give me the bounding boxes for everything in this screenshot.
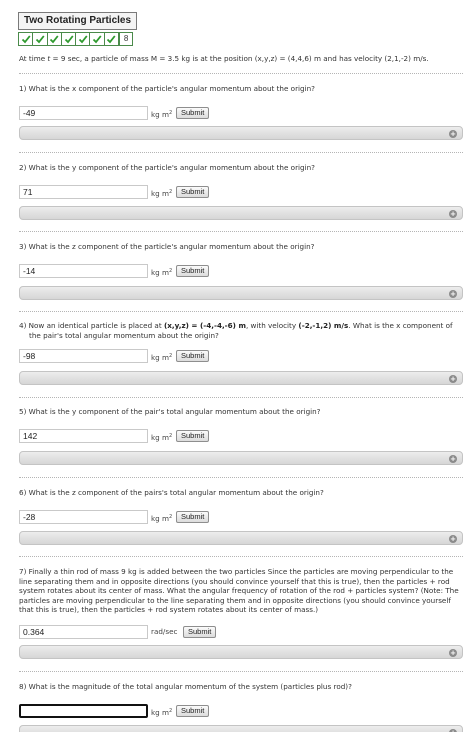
divider: [19, 397, 463, 398]
check-icon: [75, 32, 91, 46]
submit-button-4[interactable]: Submit: [176, 350, 210, 362]
unit-label-5: kg m2: [151, 433, 173, 442]
unit-label-7: rad/sec: [151, 627, 178, 636]
unit-label-1: kg m2: [151, 110, 173, 119]
question-5-text: 5) What is the y component of the pair's…: [19, 407, 321, 416]
unit-label-6: kg m2: [151, 514, 173, 523]
hint-bar-6[interactable]: +: [19, 531, 463, 545]
unit-label-3: kg m2: [151, 268, 173, 277]
check-icon: [103, 32, 120, 46]
submit-button-2[interactable]: Submit: [176, 186, 210, 198]
answer-field-1[interactable]: -49: [19, 106, 148, 120]
divider: [19, 152, 463, 153]
hint-bar-4[interactable]: +: [19, 371, 463, 385]
check-icon: [46, 32, 62, 46]
submit-button-1[interactable]: Submit: [176, 107, 210, 119]
hint-bar-5[interactable]: +: [19, 451, 463, 465]
check-icon: [32, 32, 48, 46]
problem-intro: At time t = 9 sec, a particle of mass M …: [19, 54, 429, 63]
answer-field-5[interactable]: 142: [19, 429, 148, 443]
divider: [19, 671, 463, 672]
submit-button-8[interactable]: Submit: [176, 705, 210, 717]
progress-count: 8: [119, 32, 134, 46]
question-4-text: 4) Now an identical particle is placed a…: [19, 321, 453, 340]
answer-field-2[interactable]: 71: [19, 185, 148, 199]
hint-bar-2[interactable]: +: [19, 206, 463, 220]
progress-tracker: 8: [18, 32, 134, 46]
question-8-text: 8) What is the magnitude of the total an…: [19, 682, 352, 691]
submit-button-5[interactable]: Submit: [176, 430, 210, 442]
unit-label-4: kg m2: [151, 353, 173, 362]
question-7-text: 7) Finally a thin rod of mass 9 kg is ad…: [19, 567, 459, 614]
question-1-text: 1) What is the x component of the partic…: [19, 84, 315, 93]
answer-field-7[interactable]: 0.364: [19, 625, 148, 639]
plus-circle-icon[interactable]: +: [449, 534, 457, 543]
submit-button-6[interactable]: Submit: [176, 511, 210, 523]
unit-label-2: kg m2: [151, 189, 173, 198]
answer-field-8[interactable]: [19, 704, 148, 718]
unit-label-8: kg m2: [151, 708, 173, 717]
check-icon: [89, 32, 105, 46]
hint-bar-3[interactable]: +: [19, 286, 463, 300]
divider: [19, 556, 463, 557]
submit-button-3[interactable]: Submit: [176, 265, 210, 277]
plus-circle-icon[interactable]: +: [449, 728, 457, 732]
hint-bar-1[interactable]: +: [19, 126, 463, 140]
divider: [19, 477, 463, 478]
check-icon: [60, 32, 77, 46]
question-6-text: 6) What is the z component of the pairs'…: [19, 488, 324, 497]
question-2-text: 2) What is the y component of the partic…: [19, 163, 315, 172]
plus-circle-icon[interactable]: +: [449, 129, 457, 138]
question-3-text: 3) What is the z component of the partic…: [19, 242, 315, 251]
hint-bar-7[interactable]: +: [19, 645, 463, 659]
plus-circle-icon[interactable]: +: [449, 289, 457, 298]
page-title: Two Rotating Particles: [18, 12, 138, 30]
divider: [19, 231, 463, 232]
plus-circle-icon[interactable]: +: [449, 209, 457, 218]
divider: [19, 73, 463, 74]
hint-bar-8[interactable]: +: [19, 725, 463, 732]
plus-circle-icon[interactable]: +: [449, 648, 457, 657]
submit-button-7[interactable]: Submit: [183, 626, 217, 638]
answer-field-6[interactable]: -28: [19, 510, 148, 524]
answer-field-4[interactable]: -98: [19, 349, 148, 363]
divider: [19, 311, 463, 312]
plus-circle-icon[interactable]: +: [449, 454, 457, 463]
plus-circle-icon[interactable]: +: [449, 374, 457, 383]
answer-field-3[interactable]: -14: [19, 264, 148, 278]
check-icon: [18, 32, 34, 46]
